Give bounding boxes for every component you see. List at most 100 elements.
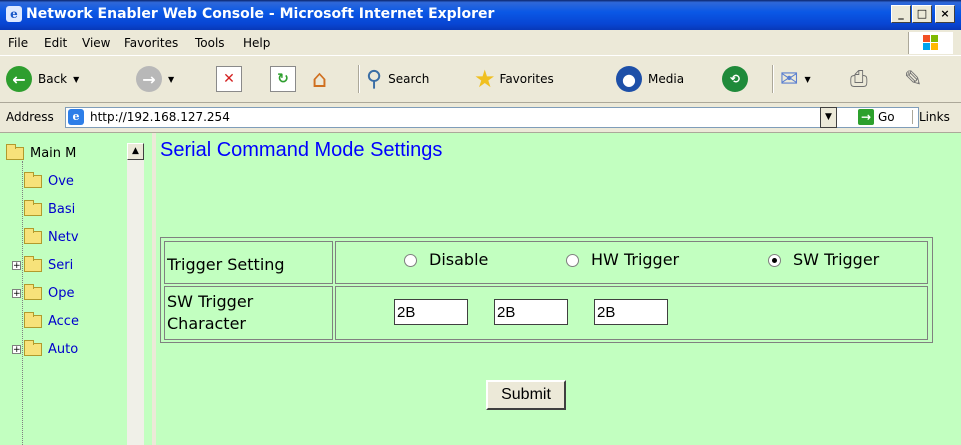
refresh-button[interactable]: ↻ <box>270 63 296 95</box>
sw-trigger-label-line2: Character <box>167 314 246 333</box>
toolbar-separator <box>358 65 359 93</box>
sidebar-item-network[interactable]: Netv <box>24 227 79 247</box>
sidebar-item-accessible[interactable]: Acce <box>24 311 79 331</box>
go-arrow-icon: → <box>858 109 874 125</box>
minimize-button[interactable]: _ <box>891 5 911 23</box>
radio-disable[interactable]: Disable <box>404 250 488 269</box>
chevron-down-icon[interactable]: ▼ <box>168 75 174 84</box>
stop-icon: ✕ <box>216 66 242 92</box>
sidebar-item-main-menu[interactable]: Main M <box>6 143 76 163</box>
links-button[interactable]: Links <box>912 110 950 124</box>
address-url[interactable]: http://192.168.127.254 <box>90 110 230 124</box>
media-label: Media <box>648 72 685 86</box>
trigger-char-input-3[interactable]: 2B <box>594 299 668 325</box>
radio-hw-trigger[interactable]: HW Trigger <box>566 250 679 269</box>
edit-icon: ✎ <box>904 66 923 92</box>
page-title: Serial Command Mode Settings <box>160 139 443 161</box>
folder-icon <box>24 339 42 356</box>
scroll-up-button[interactable]: ▲ <box>127 143 144 160</box>
chevron-down-icon[interactable]: ▼ <box>804 75 810 84</box>
expand-icon[interactable]: + <box>12 344 21 354</box>
edit-button[interactable]: ✎ <box>904 63 922 95</box>
sidebar-item-label: Main M <box>30 145 77 161</box>
address-input[interactable]: e http://192.168.127.254 <box>65 107 919 128</box>
page-icon: e <box>68 109 84 125</box>
back-arrow-icon: ← <box>6 66 32 92</box>
refresh-icon: ↻ <box>270 66 296 92</box>
submit-button[interactable]: Submit <box>486 380 566 410</box>
go-button[interactable]: → Go <box>858 109 895 125</box>
sidebar-item-label: Seri <box>48 257 74 273</box>
toolbar-separator <box>772 65 773 93</box>
address-label: Address <box>6 110 54 124</box>
settings-table: Trigger Setting Disable HW Trigger SW Tr… <box>160 237 933 343</box>
character-inputs-cell: 2B 2B 2B <box>335 286 928 340</box>
mail-button[interactable]: ✉ ▼ <box>780 63 811 95</box>
scrollbar-track[interactable] <box>127 160 144 445</box>
history-button[interactable]: ⟲ <box>722 63 748 95</box>
sidebar-frame: Main M Ove Basi Netv + Seri + Ope Acce +… <box>0 133 156 445</box>
print-button[interactable]: ⎙ <box>850 63 868 95</box>
folder-open-icon <box>6 143 24 160</box>
menu-tools[interactable]: Tools <box>195 36 225 50</box>
radio-sw-trigger-label: SW Trigger <box>793 250 880 269</box>
menu-file[interactable]: File <box>8 36 28 50</box>
trigger-char-input-2[interactable]: 2B <box>494 299 568 325</box>
maximize-button[interactable]: □ <box>912 5 932 23</box>
favorites-label: Favorites <box>499 72 554 86</box>
expand-icon[interactable]: + <box>12 260 21 270</box>
mail-icon: ✉ <box>780 66 799 92</box>
menu-favorites[interactable]: Favorites <box>124 36 178 50</box>
sidebar-item-auto[interactable]: + Auto <box>12 339 78 359</box>
home-button[interactable]: ⌂ <box>312 63 327 95</box>
windows-logo-icon <box>908 32 953 54</box>
favorites-button[interactable]: ★ Favorites <box>474 63 554 95</box>
media-icon: ● <box>616 66 642 92</box>
sw-trigger-character-label: SW Trigger Character <box>164 286 333 340</box>
sidebar-item-overview[interactable]: Ove <box>24 171 74 191</box>
window-title-bar[interactable]: e Network Enabler Web Console - Microsof… <box>0 0 961 30</box>
back-label: Back <box>38 72 68 86</box>
radio-checked-icon[interactable] <box>768 254 781 267</box>
radio-icon[interactable] <box>566 254 579 267</box>
folder-icon <box>24 227 42 244</box>
menu-edit[interactable]: Edit <box>44 36 67 50</box>
star-icon: ★ <box>474 65 496 93</box>
address-bar: Address e http://192.168.127.254 ▼ → Go … <box>0 103 961 133</box>
tree-connector <box>22 161 23 445</box>
chevron-down-icon[interactable]: ▼ <box>73 75 79 84</box>
radio-icon[interactable] <box>404 254 417 267</box>
sidebar-item-label: Ove <box>48 173 74 189</box>
radio-hw-trigger-label: HW Trigger <box>591 250 680 269</box>
stop-button[interactable]: ✕ <box>216 63 242 95</box>
folder-icon <box>24 283 42 300</box>
search-icon: ⚲ <box>366 66 383 92</box>
menu-help[interactable]: Help <box>243 36 270 50</box>
radio-sw-trigger[interactable]: SW Trigger <box>768 250 879 269</box>
toolbar: ← Back ▼ → ▼ ✕ ↻ ⌂ ⚲ Search ★ Favorites … <box>0 57 961 103</box>
folder-icon <box>24 311 42 328</box>
sw-trigger-label-line1: SW Trigger <box>167 292 254 311</box>
sidebar-item-label: Netv <box>48 229 79 245</box>
media-button[interactable]: ● Media <box>616 63 684 95</box>
search-button[interactable]: ⚲ Search <box>366 63 429 95</box>
sidebar-item-serial[interactable]: + Seri <box>12 255 73 275</box>
trigger-options-cell: Disable HW Trigger SW Trigger <box>335 241 928 284</box>
trigger-char-input-1[interactable]: 2B <box>394 299 468 325</box>
forward-button[interactable]: → ▼ <box>136 63 174 95</box>
sidebar-item-operating[interactable]: + Ope <box>12 283 74 303</box>
sidebar-item-basic[interactable]: Basi <box>24 199 75 219</box>
history-icon: ⟲ <box>722 66 748 92</box>
back-button[interactable]: ← Back ▼ <box>6 63 79 95</box>
trigger-setting-label: Trigger Setting <box>164 241 333 284</box>
print-icon: ⎙ <box>850 66 868 92</box>
expand-icon[interactable]: + <box>12 288 21 298</box>
ie-icon: e <box>6 6 22 22</box>
menu-view[interactable]: View <box>82 36 110 50</box>
sidebar-item-label: Acce <box>48 313 79 329</box>
close-button[interactable]: × <box>935 5 955 23</box>
folder-icon <box>24 171 42 188</box>
menu-bar: File Edit View Favorites Tools Help <box>0 30 961 56</box>
folder-icon <box>24 199 42 216</box>
address-dropdown-button[interactable]: ▼ <box>820 107 837 128</box>
